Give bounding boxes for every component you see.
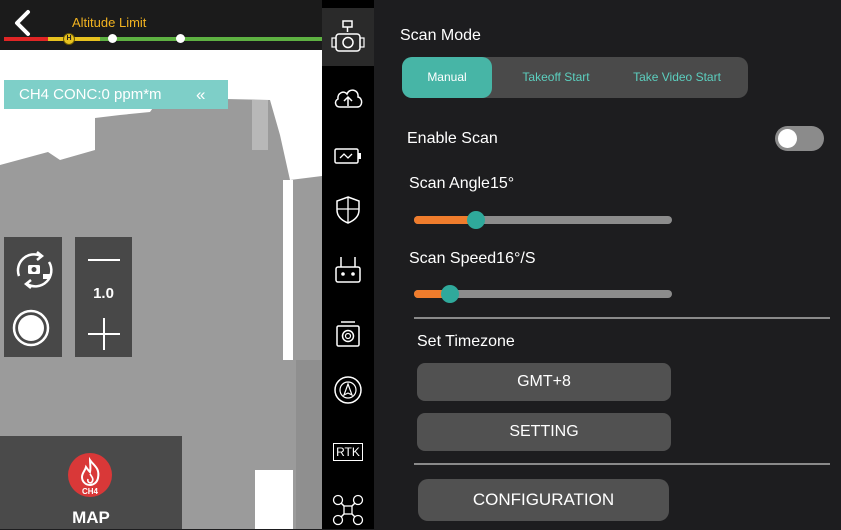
rtk-icon: RTK bbox=[333, 443, 363, 461]
enable-scan-label: Enable Scan bbox=[407, 130, 498, 147]
configuration-button[interactable]: CONFIGURATION bbox=[418, 479, 669, 521]
rail-item-remote[interactable] bbox=[322, 250, 374, 290]
rail-item-safety[interactable] bbox=[322, 190, 374, 230]
ch4-concentration-text: CH4 CONC:0 ppm*m bbox=[19, 86, 162, 103]
scan-speed-label: Scan Speed16°/S bbox=[409, 250, 536, 267]
rail-item-navigation[interactable] bbox=[322, 370, 374, 410]
battery-icon bbox=[334, 148, 361, 164]
altitude-marker-dot bbox=[108, 34, 117, 43]
scan-angle-thumb[interactable] bbox=[467, 211, 485, 229]
section-divider bbox=[414, 317, 830, 319]
mode-manual-button[interactable]: Manual bbox=[402, 57, 492, 98]
set-timezone-label: Set Timezone bbox=[417, 333, 515, 350]
settings-icon-rail: RTK bbox=[322, 0, 374, 529]
rail-item-rtk[interactable]: RTK bbox=[322, 432, 374, 472]
altitude-bar-red bbox=[4, 37, 48, 41]
altitude-bar-green bbox=[100, 37, 322, 41]
scan-speed-slider[interactable] bbox=[414, 285, 672, 303]
camera-settings-icon bbox=[336, 321, 360, 347]
navigation-icon bbox=[334, 376, 362, 404]
timezone-select[interactable]: GMT+8 bbox=[417, 363, 671, 401]
scan-angle-slider[interactable] bbox=[414, 211, 672, 229]
rail-item-battery[interactable] bbox=[322, 136, 374, 176]
home-altitude-marker: H bbox=[63, 33, 75, 45]
rail-item-camera[interactable] bbox=[322, 314, 374, 354]
scan-angle-label: Scan Angle15° bbox=[409, 175, 515, 192]
drone-icon bbox=[332, 494, 364, 526]
shield-icon bbox=[336, 196, 360, 224]
gimbal-camera-icon bbox=[331, 20, 365, 52]
scan-mode-selector: Manual Takeoff Start Take Video Start bbox=[402, 57, 748, 98]
map-label: MAP bbox=[72, 508, 110, 527]
rail-item-cloud[interactable] bbox=[322, 78, 374, 118]
remote-controller-icon bbox=[335, 257, 361, 283]
collapse-chevron-icon[interactable]: « bbox=[196, 80, 205, 109]
zoom-level-value: 1.0 bbox=[93, 285, 114, 302]
camera-view[interactable]: Altitude Limit H CH4 CONC:0 ppm*m « 1.0 … bbox=[0, 0, 322, 529]
ch4-badge-text: CH4 bbox=[81, 487, 98, 496]
mode-takeoff-start-button[interactable]: Takeoff Start bbox=[506, 57, 606, 98]
mode-take-video-start-button[interactable]: Take Video Start bbox=[614, 57, 740, 98]
shutter-button[interactable] bbox=[12, 309, 50, 347]
altitude-marker-dot bbox=[176, 34, 185, 43]
rail-item-gimbal[interactable] bbox=[322, 18, 374, 58]
back-arrow-icon[interactable] bbox=[8, 8, 38, 38]
altitude-limit-label: Altitude Limit bbox=[72, 15, 147, 30]
cloud-upload-icon bbox=[334, 89, 363, 108]
switch-photo-video-icon[interactable] bbox=[11, 248, 57, 290]
ch4-concentration-banner[interactable]: CH4 CONC:0 ppm*m « bbox=[4, 80, 228, 109]
section-divider bbox=[414, 463, 830, 465]
rail-item-aircraft[interactable] bbox=[322, 490, 374, 530]
toggle-knob bbox=[778, 129, 797, 148]
setting-button[interactable]: SETTING bbox=[417, 413, 671, 451]
enable-scan-toggle[interactable] bbox=[775, 126, 824, 151]
zoom-out-icon[interactable] bbox=[88, 252, 120, 268]
zoom-in-icon[interactable] bbox=[88, 318, 120, 350]
scan-mode-label: Scan Mode bbox=[400, 27, 481, 44]
scan-speed-thumb[interactable] bbox=[441, 285, 459, 303]
camera-top-bar bbox=[0, 0, 322, 50]
scan-settings-panel: Scan Mode Manual Takeoff Start Take Vide… bbox=[374, 0, 841, 529]
